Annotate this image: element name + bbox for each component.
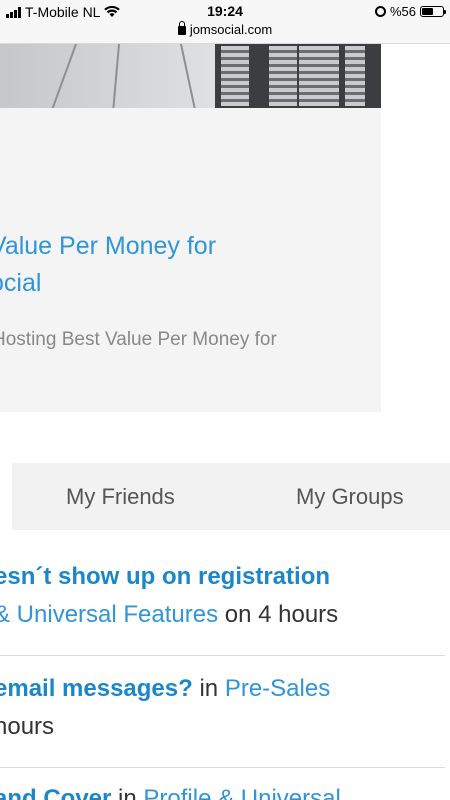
tab-my-groups[interactable]: My Groups: [296, 463, 404, 530]
lock-icon: [177, 21, 186, 35]
divider: [0, 767, 445, 768]
post-time: hours: [0, 713, 55, 740]
status-bar: T-Mobile NL 19:24 jomsocial.com %56: [0, 0, 450, 44]
list-item: esn´t show up on registration & Universa…: [0, 558, 439, 634]
hero-image: [0, 44, 381, 108]
battery-percent: %56: [389, 4, 416, 19]
card-title[interactable]: Value Per Money for ocial: [0, 228, 381, 302]
post-title[interactable]: esn´t show up on registration: [0, 563, 330, 590]
battery-icon: [420, 6, 446, 17]
post-category[interactable]: & Universal Features: [0, 601, 218, 628]
post-time: on 4 hours: [218, 601, 339, 628]
post-title[interactable]: and Cover: [0, 785, 111, 800]
card-description: Hosting Best Value Per Money for: [0, 329, 277, 350]
url-bar[interactable]: jomsocial.com: [0, 21, 450, 37]
post-in-text: in: [192, 675, 225, 702]
post-in-text: in: [111, 785, 144, 800]
card-title-line-1: Value Per Money for: [0, 232, 217, 260]
divider: [0, 655, 445, 656]
list-item: and Cover in Profile & Universal: [0, 780, 439, 800]
post-category[interactable]: Pre-Sales: [225, 675, 330, 702]
alarm-icon: [374, 6, 386, 17]
tab-my-friends[interactable]: My Friends: [66, 463, 175, 530]
url-text: jomsocial.com: [189, 22, 273, 37]
tab-bar: My Friends My Groups: [12, 463, 450, 530]
list-item: email messages? in Pre-Sales hours: [0, 670, 439, 746]
post-title[interactable]: email messages?: [0, 675, 193, 702]
post-category[interactable]: Profile & Universal: [143, 785, 340, 800]
card-title-line-2: ocial: [0, 269, 42, 297]
featured-card[interactable]: Value Per Money for ocial Hosting Best V…: [0, 44, 381, 412]
status-right: %56: [374, 4, 446, 19]
